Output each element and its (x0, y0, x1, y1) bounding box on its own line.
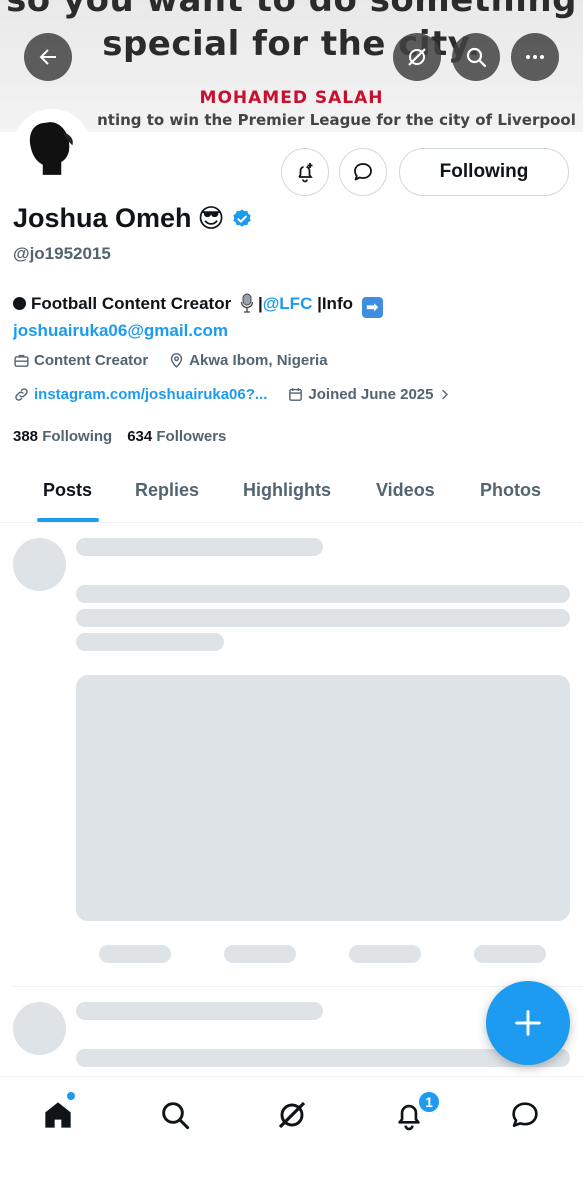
location-label: Akwa Ibom, Nigeria (189, 352, 328, 369)
chat-bubble-icon (354, 163, 372, 181)
skeleton-media (76, 675, 570, 921)
back-arrow-icon (39, 49, 56, 65)
post-divider (12, 986, 583, 987)
skeleton-line (76, 585, 570, 603)
joined-label: Joined June 2025 (308, 386, 434, 403)
email-link[interactable]: joshuairuka06@gmail.com (13, 318, 383, 344)
banner-tagline: nting to win the Premier League for the … (97, 111, 576, 129)
following-label: Following (42, 428, 113, 445)
following-count: 388 (13, 428, 39, 445)
bio-text: Football Content Creator (31, 294, 232, 313)
website-item[interactable]: instagram.com/joshuairuka06?... (13, 386, 267, 403)
bio: Football Content Creator |@LFC |Info ➡ j… (13, 291, 383, 344)
nav-grok[interactable] (272, 1095, 312, 1135)
joined-item[interactable]: Joined June 2025 (287, 386, 456, 403)
link-icon (15, 388, 28, 401)
bio-info: |Info (317, 294, 353, 313)
category-item: Content Creator (13, 352, 148, 369)
verified-badge-icon[interactable] (231, 208, 253, 230)
location-item: Akwa Ibom, Nigeria (168, 352, 328, 369)
tab-replies[interactable]: Replies (135, 480, 199, 501)
handle: @jo1952015 (13, 244, 111, 263)
skeleton-line (76, 609, 570, 627)
nav-home[interactable] (38, 1095, 78, 1135)
plus-icon (515, 1010, 541, 1036)
avatar[interactable] (12, 109, 92, 189)
notification-count-badge: 1 (417, 1090, 441, 1114)
bell-plus-icon (298, 163, 313, 183)
display-name-row: Joshua Omeh 😎 (13, 203, 253, 234)
banner-quote-author: MOHAMED SALAH (199, 88, 384, 108)
following-stat[interactable]: 388 Following (13, 428, 112, 445)
location-pin-icon (171, 353, 183, 368)
tab-videos[interactable]: Videos (376, 480, 435, 501)
active-tab-indicator (37, 518, 99, 522)
mention-link[interactable]: @LFC (263, 294, 313, 313)
bottom-navigation: 1 (0, 1076, 583, 1200)
message-button[interactable] (339, 148, 387, 196)
banner-headline-line1: so you want to do something (6, 0, 577, 20)
profile-meta-row-1: Content Creator Akwa Ibom, Nigeria (13, 352, 348, 369)
skeleton-line (76, 538, 323, 556)
search-icon (162, 1102, 190, 1130)
following-button[interactable]: Following (399, 148, 569, 196)
followers-label: Followers (156, 428, 227, 445)
tab-highlights[interactable]: Highlights (243, 480, 331, 501)
display-name: Joshua Omeh (13, 203, 192, 233)
skeleton-action (224, 945, 296, 963)
calendar-icon (289, 388, 303, 401)
black-dot-icon (13, 297, 26, 310)
follow-stats: 388 Following 634 Followers (13, 428, 226, 445)
grok-icon (278, 1101, 306, 1129)
messages-icon (512, 1102, 538, 1127)
skeleton-avatar (13, 1002, 66, 1055)
tab-photos[interactable]: Photos (480, 480, 541, 501)
bio-line-1: Football Content Creator |@LFC |Info ➡ (13, 291, 383, 318)
grok-button[interactable] (393, 33, 441, 81)
category-label: Content Creator (34, 352, 149, 369)
nav-search[interactable] (155, 1095, 195, 1135)
home-unread-dot (66, 1091, 76, 1101)
skeleton-action (99, 945, 171, 963)
compose-post-button[interactable] (486, 981, 570, 1065)
notify-bell-button[interactable] (281, 148, 329, 196)
search-icon (466, 47, 487, 68)
more-button[interactable] (511, 33, 559, 81)
grok-icon (408, 48, 426, 66)
more-icon (526, 55, 544, 59)
followers-stat[interactable]: 634 Followers (127, 428, 226, 445)
right-arrow-emoji-icon: ➡ (361, 297, 383, 318)
back-button[interactable] (24, 33, 72, 81)
followers-count: 634 (127, 428, 153, 445)
chevron-right-icon (442, 389, 449, 400)
skeleton-action (474, 945, 546, 963)
home-icon (45, 1102, 71, 1128)
skeleton-line (76, 1049, 570, 1067)
briefcase-icon (14, 354, 29, 367)
avatar-silhouette-image (15, 112, 84, 181)
website-link[interactable]: instagram.com/joshuairuka06?... (34, 386, 267, 403)
skeleton-line (76, 1002, 323, 1020)
sunglasses-emoji: 😎 (197, 203, 225, 234)
skeleton-line (76, 633, 224, 651)
skeleton-avatar (13, 538, 66, 591)
profile-meta-row-2: instagram.com/joshuairuka06?... Joined J… (13, 386, 476, 403)
tab-posts[interactable]: Posts (43, 480, 92, 501)
search-button[interactable] (452, 33, 500, 81)
nav-messages[interactable] (505, 1095, 545, 1135)
skeleton-action (349, 945, 421, 963)
microphone-icon (240, 293, 254, 313)
profile-tabs: Posts Replies Highlights Videos Photos (0, 470, 583, 523)
